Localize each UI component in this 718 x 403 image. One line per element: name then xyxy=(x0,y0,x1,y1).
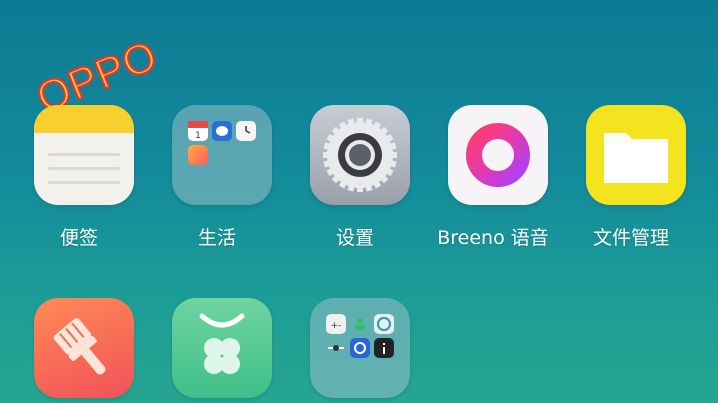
app-label: Breeno 语音 xyxy=(437,227,549,249)
brush-icon xyxy=(34,298,134,398)
app-label: 文件管理 xyxy=(592,227,669,249)
info-mini-icon xyxy=(374,338,394,358)
folder-icon: 1 xyxy=(172,105,272,205)
contacts-mini-icon xyxy=(350,314,370,334)
gallery-mini-icon xyxy=(188,145,208,165)
folder-file-icon xyxy=(586,105,686,205)
chat-mini-icon xyxy=(212,121,232,141)
security-mini-icon xyxy=(350,338,370,358)
notes-icon xyxy=(34,105,134,205)
clover-icon xyxy=(172,298,272,398)
app-label: 设置 xyxy=(335,227,374,249)
folder-icon: +- xyxy=(310,298,410,398)
calendar-mini-icon: 1 xyxy=(188,121,208,141)
svg-text:1: 1 xyxy=(195,131,201,141)
recorder-mini-icon xyxy=(326,338,346,358)
clock-mini-icon xyxy=(236,121,256,141)
gear-icon xyxy=(310,105,410,205)
svg-text:+-: +- xyxy=(331,321,342,331)
app-label: 生活 xyxy=(197,227,236,249)
calculator-mini-icon: +- xyxy=(326,314,346,334)
compass-mini-icon xyxy=(374,314,394,334)
breeno-ring-icon xyxy=(448,105,548,205)
app-label: 便签 xyxy=(59,227,98,249)
